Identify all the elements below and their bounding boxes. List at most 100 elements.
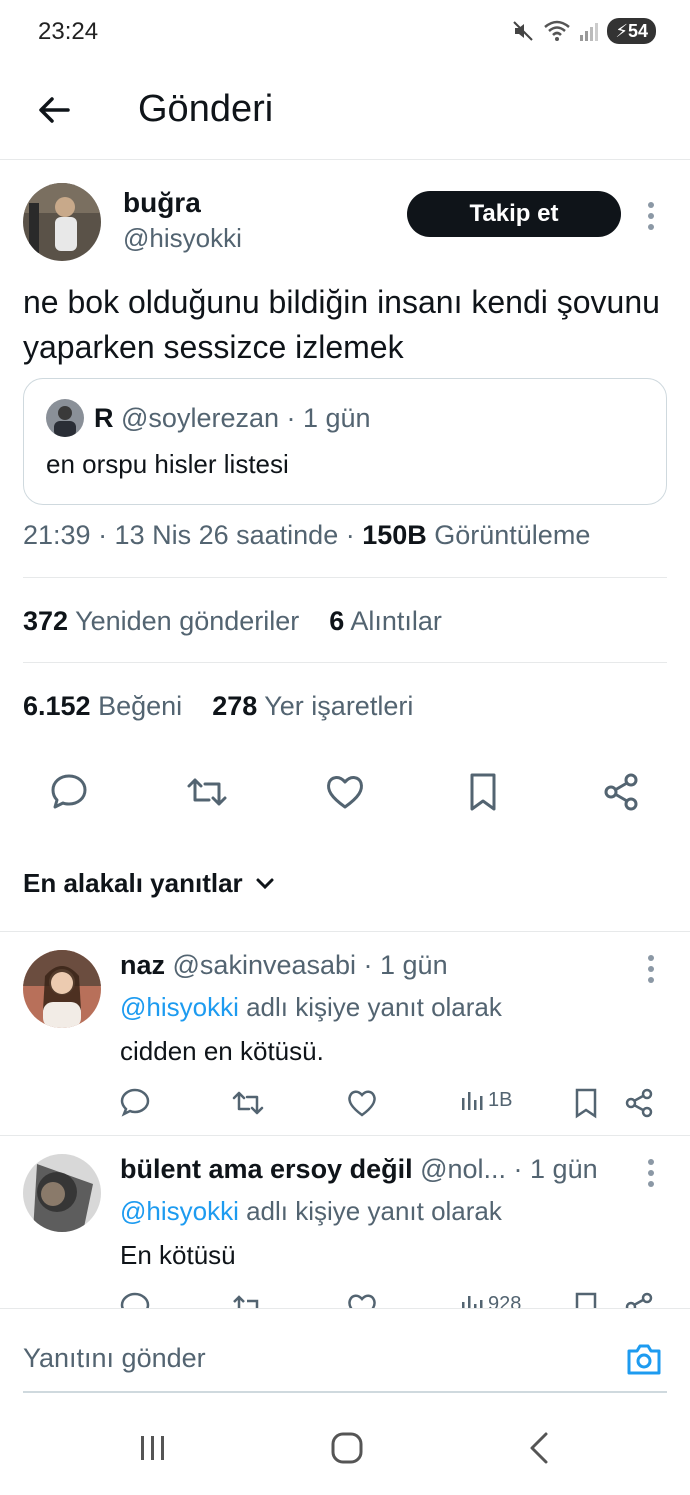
repost-icon[interactable]	[231, 1290, 265, 1308]
reply-composer[interactable]: Yanıtını gönder	[0, 1308, 690, 1398]
reply-views-count: 928	[488, 1292, 522, 1309]
bookmarks-count: 278	[212, 691, 258, 721]
quote-header: R @soylerezan · 1 gün	[94, 403, 371, 434]
stats-row-2: 6.152 Beğeni 278 Yer işaretleri	[23, 691, 413, 722]
reply-icon[interactable]	[118, 1290, 152, 1308]
reply-input-placeholder[interactable]: Yanıtını gönder	[23, 1343, 206, 1374]
reply-item[interactable]: bülent ama ersoy değil @nol... · 1 gün @…	[0, 1154, 690, 1308]
quotes-label: Alıntılar	[350, 606, 442, 636]
status-icons: ⚡ 54	[511, 18, 656, 44]
charging-icon: ⚡	[615, 20, 628, 41]
reply-handle-time: @sakinveasabi · 1 gün	[165, 950, 448, 980]
divider	[0, 931, 690, 932]
share-icon[interactable]	[622, 1086, 656, 1120]
like-icon[interactable]	[345, 1290, 379, 1308]
more-options-icon[interactable]	[647, 201, 655, 231]
views-label: Görüntüleme	[426, 520, 591, 550]
tweet-actions	[0, 770, 690, 820]
repost-icon[interactable]	[185, 770, 229, 814]
recent-apps-icon[interactable]	[133, 1428, 173, 1468]
quoted-tweet[interactable]: R @soylerezan · 1 gün en orspu hisler li…	[23, 378, 667, 505]
bookmark-icon[interactable]	[569, 1086, 603, 1120]
repost-icon[interactable]	[231, 1086, 265, 1120]
replies-sort-dropdown[interactable]: En alakalı yanıtlar	[23, 868, 275, 899]
bookmarks-label: Yer işaretleri	[264, 691, 414, 721]
signal-icon	[580, 23, 599, 41]
bookmarks-stat[interactable]: 278 Yer işaretleri	[212, 691, 413, 721]
mention-link[interactable]: @hisyokki	[120, 992, 239, 1022]
replying-suffix: adlı kişiye yanıt olarak	[238, 1196, 502, 1226]
views-count: 150B	[362, 520, 427, 550]
status-bar: 23:24 ⚡ 54	[0, 0, 690, 66]
quote-name: R	[94, 403, 114, 433]
reposts-label: Yeniden gönderiler	[75, 606, 300, 636]
reply-views[interactable]: 1B	[460, 1088, 512, 1112]
likes-count: 6.152	[23, 691, 91, 721]
replying-to: @hisyokki adlı kişiye yanıt olarak	[120, 1196, 502, 1227]
battery-indicator: ⚡ 54	[607, 18, 656, 44]
reply-avatar[interactable]	[23, 1154, 101, 1232]
reply-text: En kötüsü	[120, 1240, 236, 1270]
divider	[0, 1135, 690, 1136]
divider	[23, 662, 667, 663]
reply-views[interactable]: 928	[460, 1292, 521, 1308]
top-bar: Gönderi	[0, 66, 690, 160]
page-title: Gönderi	[138, 88, 274, 130]
quotes-stat[interactable]: 6 Alıntılar	[329, 606, 442, 636]
quote-avatar	[46, 399, 84, 437]
camera-icon[interactable]	[624, 1339, 664, 1379]
composer-underline	[23, 1391, 667, 1393]
tweet-meta: 21:39 · 13 Nis 26 saatinde · 150B Görünt…	[23, 520, 590, 551]
reposts-stat[interactable]: 372 Yeniden gönderiler	[23, 606, 299, 636]
quote-text: en orspu hisler listesi	[46, 449, 289, 479]
reply-icon[interactable]	[47, 770, 91, 814]
reply-author-name[interactable]: bülent ama ersoy değil	[120, 1154, 413, 1184]
more-options-icon[interactable]	[647, 954, 655, 984]
like-icon[interactable]	[323, 770, 367, 814]
stats-row-1: 372 Yeniden gönderiler 6 Alıntılar	[23, 606, 442, 637]
reply-header: naz @sakinveasabi · 1 gün	[120, 950, 448, 981]
more-options-icon[interactable]	[647, 1158, 655, 1188]
replying-to: @hisyokki adlı kişiye yanıt olarak	[120, 992, 502, 1023]
analytics-icon	[462, 1296, 483, 1308]
chevron-down-icon	[256, 878, 274, 889]
bookmark-icon[interactable]	[569, 1290, 603, 1308]
mention-link[interactable]: @hisyokki	[120, 1196, 239, 1226]
share-icon[interactable]	[599, 770, 643, 814]
tweet-timestamp: 21:39 · 13 Nis 26 saatinde ·	[23, 520, 363, 550]
likes-label: Beğeni	[98, 691, 183, 721]
share-icon[interactable]	[622, 1290, 656, 1308]
reply-handle-time: @nol... · 1 gün	[412, 1154, 598, 1184]
reply-author-name[interactable]: naz	[120, 950, 165, 980]
reply-views-count: 1B	[488, 1088, 513, 1111]
back-arrow-icon[interactable]	[34, 90, 74, 130]
system-nav-bar	[0, 1400, 690, 1495]
author-handle[interactable]: @hisyokki	[123, 223, 242, 254]
reply-text: cidden en kötüsü.	[120, 1036, 324, 1066]
likes-stat[interactable]: 6.152 Beğeni	[23, 691, 182, 721]
battery-level: 54	[627, 20, 648, 41]
analytics-icon	[462, 1092, 483, 1110]
sort-label: En alakalı yanıtlar	[23, 868, 243, 898]
bookmark-icon[interactable]	[461, 770, 505, 814]
wifi-icon	[544, 20, 571, 41]
tweet-author: buğra @hisyokki Takip et	[23, 183, 673, 263]
follow-button[interactable]: Takip et	[407, 191, 621, 237]
reply-item[interactable]: naz @sakinveasabi · 1 gün @hisyokki adlı…	[0, 950, 690, 1136]
quotes-count: 6	[329, 606, 345, 636]
system-back-icon[interactable]	[520, 1428, 560, 1468]
reply-icon[interactable]	[118, 1086, 152, 1120]
reply-header: bülent ama ersoy değil @nol... · 1 gün	[120, 1154, 598, 1185]
quote-handle-time: @soylerezan · 1 gün	[121, 403, 371, 433]
home-icon[interactable]	[327, 1428, 367, 1468]
replying-suffix: adlı kişiye yanıt olarak	[238, 992, 502, 1022]
tweet-text: ne bok olduğunu bildiğin insanı kendi şo…	[23, 284, 660, 365]
like-icon[interactable]	[345, 1086, 379, 1120]
divider	[23, 577, 667, 578]
reposts-count: 372	[23, 606, 69, 636]
mute-icon	[513, 21, 534, 41]
reply-avatar[interactable]	[23, 950, 101, 1028]
author-avatar[interactable]	[23, 183, 101, 261]
author-name[interactable]: buğra	[123, 187, 201, 219]
status-time: 23:24	[38, 18, 99, 45]
